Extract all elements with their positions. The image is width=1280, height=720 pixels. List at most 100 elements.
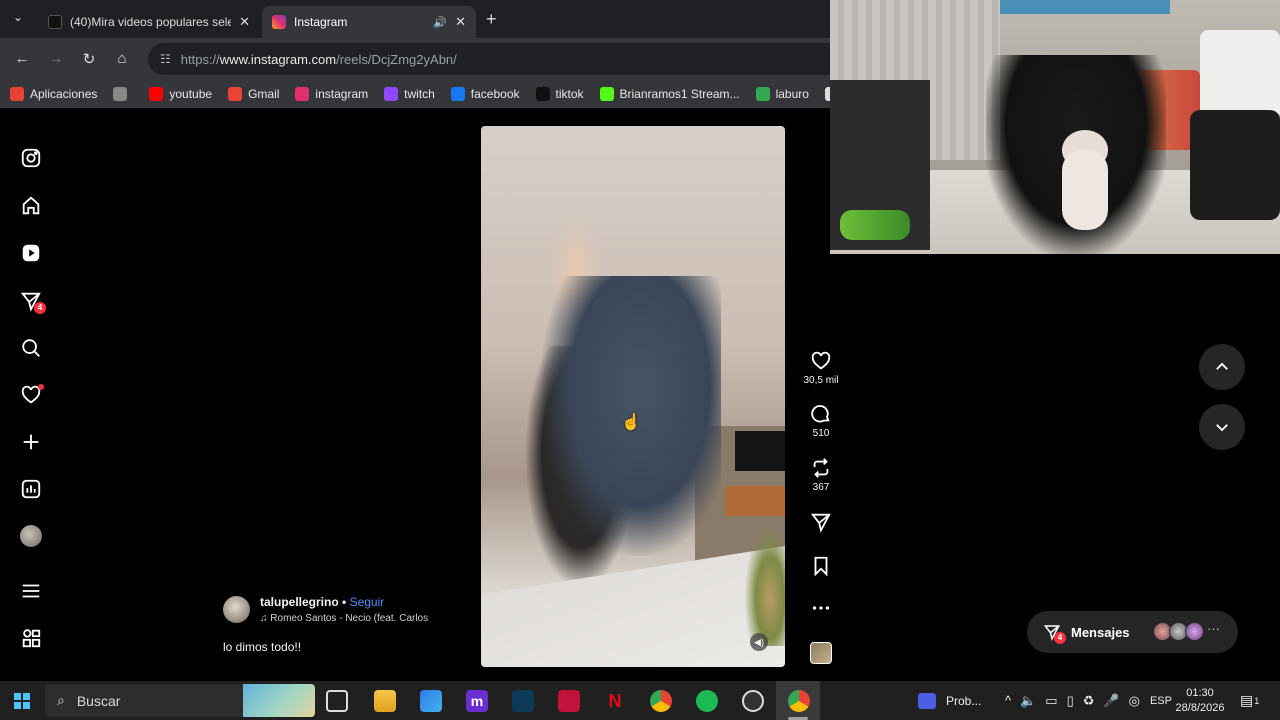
bookmark-label: Brianramos1 Stream... bbox=[619, 87, 740, 101]
bookmark-item[interactable]: tiktok bbox=[535, 87, 584, 101]
bookmark-item[interactable]: Aplicaciones bbox=[10, 87, 97, 101]
home-icon[interactable] bbox=[20, 195, 42, 217]
url-scheme: https:// bbox=[180, 51, 220, 67]
video-plant bbox=[745, 526, 785, 646]
music-line[interactable]: ♫ Romeo Santos - Necio (feat. Carlos bbox=[260, 613, 428, 624]
chevron-up-icon bbox=[1216, 362, 1228, 370]
sync-icon[interactable]: ♻ bbox=[1083, 693, 1095, 709]
microsoft-store-icon[interactable] bbox=[420, 690, 442, 712]
more-apps-icon[interactable] bbox=[20, 627, 42, 649]
dashboard-icon[interactable] bbox=[20, 478, 42, 500]
file-explorer-icon[interactable] bbox=[374, 690, 396, 712]
bookmark-label: instagram bbox=[315, 87, 369, 101]
webcam-hands bbox=[1062, 150, 1108, 230]
wifi-icon[interactable]: ◎ bbox=[1129, 693, 1140, 709]
author-username[interactable]: talupellegrino bbox=[260, 595, 339, 609]
twitch-icon bbox=[384, 87, 399, 101]
tab-search-chevron-icon[interactable]: ⌄ bbox=[8, 10, 28, 28]
repost-button[interactable]: 367 bbox=[800, 457, 842, 493]
bookmark-label: tiktok bbox=[555, 87, 584, 101]
new-tab-button[interactable]: + bbox=[486, 10, 497, 28]
more-options-button[interactable] bbox=[800, 597, 842, 619]
spotify-icon[interactable] bbox=[696, 690, 718, 712]
share-icon bbox=[810, 513, 831, 533]
bookmark-label: Aplicaciones bbox=[30, 87, 98, 101]
author-avatar[interactable] bbox=[223, 596, 250, 623]
reload-icon[interactable]: ↻ bbox=[79, 50, 99, 68]
active-app-label: Prob... bbox=[946, 693, 982, 708]
webcam-couch bbox=[1190, 110, 1280, 220]
bookmark-item[interactable]: Gmail bbox=[228, 87, 279, 101]
follow-button[interactable]: Seguir bbox=[350, 595, 385, 609]
site-settings-icon[interactable]: ☷ bbox=[160, 52, 171, 66]
bookmark-item[interactable]: facebook bbox=[450, 87, 520, 101]
microphone-icon[interactable]: 🎤 bbox=[1103, 693, 1119, 709]
more-dots-icon bbox=[812, 606, 830, 610]
more-dots-icon: ··· bbox=[1207, 621, 1220, 636]
close-tab-icon[interactable]: ✕ bbox=[455, 14, 466, 30]
app-m-icon[interactable]: m bbox=[466, 690, 488, 712]
profile-avatar[interactable] bbox=[20, 525, 42, 547]
search-placeholder: Buscar bbox=[76, 692, 121, 709]
bookmark-item[interactable]: instagram bbox=[295, 87, 368, 101]
start-windows-icon[interactable] bbox=[14, 693, 30, 709]
next-reel-button[interactable] bbox=[1199, 404, 1245, 450]
audio-thumbnail[interactable] bbox=[810, 642, 832, 664]
device-icon[interactable]: ▯ bbox=[1067, 693, 1074, 709]
chrome-icon[interactable] bbox=[788, 690, 810, 712]
instagram-logo-icon[interactable] bbox=[20, 147, 42, 169]
obs-icon[interactable] bbox=[742, 690, 764, 712]
reel-video[interactable]: ◀) bbox=[481, 126, 785, 667]
clock[interactable]: 01:30 28/8/2026 bbox=[1170, 686, 1230, 716]
network-icon[interactable]: ▭ bbox=[1045, 693, 1057, 709]
menu-icon[interactable] bbox=[20, 580, 42, 602]
bookmarks-bar: Aplicaciones youtube Gmail instagram twitch f… bbox=[0, 80, 830, 108]
bookmark-item[interactable]: Brianramos1 Stream... bbox=[599, 87, 740, 101]
video-tv bbox=[735, 431, 785, 471]
reels-icon[interactable] bbox=[20, 242, 42, 264]
close-tab-icon[interactable]: ✕ bbox=[239, 14, 250, 30]
bookmark-icon bbox=[814, 556, 828, 577]
address-bar[interactable]: ☷ https://www.instagram.com/reels/DcjZmg… bbox=[148, 43, 830, 75]
task-view-icon[interactable] bbox=[326, 690, 348, 712]
taskbar-app-prob[interactable]: Prob... bbox=[918, 681, 981, 720]
disney-plus-icon[interactable] bbox=[512, 690, 534, 712]
comment-button[interactable]: 510 bbox=[800, 403, 842, 439]
like-button[interactable]: 30,5 mil bbox=[800, 350, 842, 386]
share-button[interactable] bbox=[800, 511, 842, 533]
mouse-cursor-icon: ☝ bbox=[621, 414, 641, 431]
url-path: /reels/DcjZmg2yAbn/ bbox=[336, 51, 457, 67]
previous-reel-button[interactable] bbox=[1199, 344, 1245, 390]
tab-instagram[interactable]: Instagram 🔊 ✕ bbox=[262, 6, 476, 38]
notification-count: 1 bbox=[1254, 695, 1260, 706]
netflix-icon[interactable]: N bbox=[604, 690, 626, 712]
video-app-icon bbox=[918, 692, 936, 709]
repost-icon bbox=[813, 458, 829, 478]
facebook-icon bbox=[450, 87, 465, 101]
bookmark-item[interactable]: laburo bbox=[755, 87, 809, 101]
volume-icon[interactable]: 🔈 bbox=[1020, 693, 1036, 709]
messages-badge: 4 bbox=[1054, 632, 1066, 644]
create-plus-icon[interactable] bbox=[20, 431, 42, 453]
bookmark-item[interactable]: twitch bbox=[384, 87, 435, 101]
forward-arrow-icon[interactable]: → bbox=[46, 50, 66, 67]
bookmark-item[interactable]: youtube bbox=[149, 87, 212, 101]
author-line: talupellegrino • Seguir bbox=[260, 595, 384, 609]
mute-toggle-icon[interactable]: ◀) bbox=[750, 633, 768, 651]
language-indicator[interactable]: ESP bbox=[1150, 695, 1172, 707]
valorant-icon[interactable] bbox=[558, 690, 580, 712]
notifications-button[interactable]: ▤ 1 bbox=[1240, 681, 1259, 720]
webcam-cloth bbox=[1000, 0, 1170, 14]
back-arrow-icon[interactable]: ← bbox=[12, 50, 32, 67]
chrome-icon[interactable] bbox=[650, 690, 672, 712]
speaker-icon[interactable]: 🔊 bbox=[433, 16, 447, 29]
search-icon[interactable] bbox=[20, 337, 42, 359]
chevron-up-icon[interactable]: ^ bbox=[1005, 693, 1011, 708]
save-button[interactable] bbox=[800, 555, 842, 577]
bookmark-item[interactable] bbox=[113, 87, 133, 101]
tab-title: Instagram bbox=[294, 15, 348, 29]
clock-date: 28/8/2026 bbox=[1175, 702, 1225, 714]
comment-icon bbox=[811, 405, 830, 423]
home-icon[interactable]: ⌂ bbox=[112, 50, 132, 67]
tab-tiktok[interactable]: (40)Mira videos populares selec ✕ bbox=[38, 6, 260, 38]
